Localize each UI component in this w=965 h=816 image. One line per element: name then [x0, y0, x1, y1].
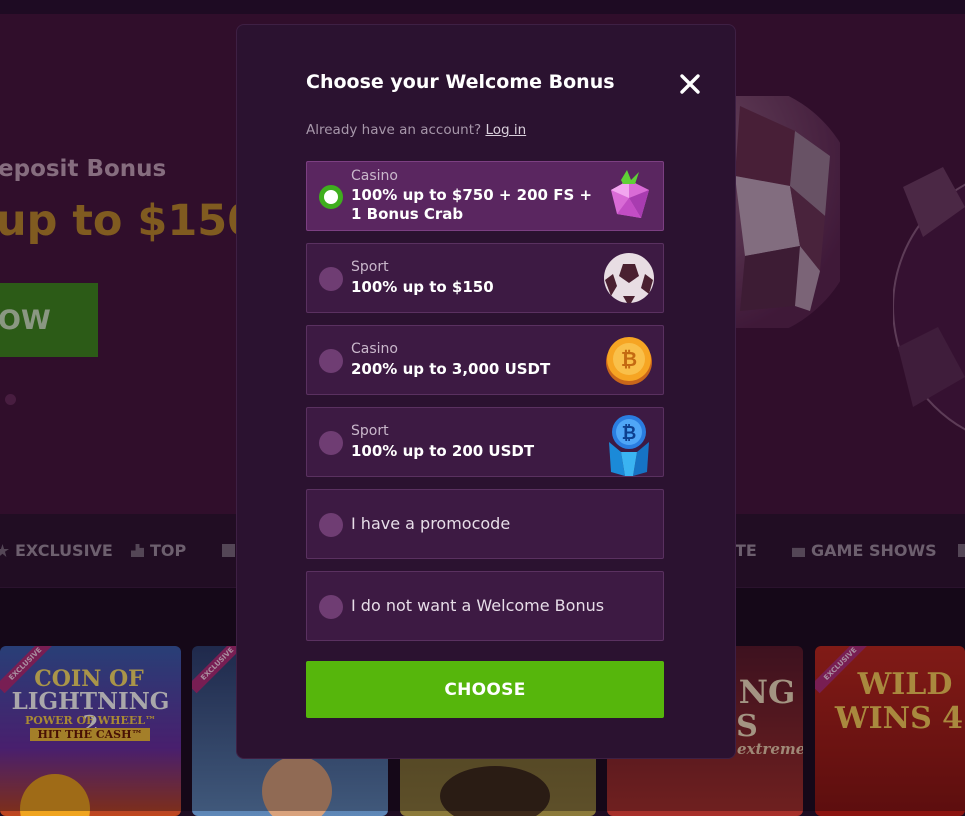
option-text: 200% up to 3,000 USDT [351, 360, 551, 378]
radio-button[interactable] [319, 431, 343, 455]
bitcoin-crystal-icon: ₿ [609, 415, 649, 476]
option-category: Sport [351, 423, 389, 439]
option-category: Casino [351, 168, 398, 184]
option-category: Sport [351, 259, 389, 275]
radio-button[interactable] [319, 349, 343, 373]
radio-button-selected[interactable] [319, 185, 343, 209]
option-text: 100% up to $150 [351, 278, 494, 296]
promocode-option[interactable]: I have a promocode [306, 489, 664, 559]
soccer-ball-icon [604, 253, 654, 303]
modal-title: Choose your Welcome Bonus [306, 71, 615, 93]
login-link[interactable]: Log in [485, 122, 526, 138]
bonus-option-casino-usdt[interactable]: Casino 200% up to 3,000 USDT ₿ [306, 325, 664, 395]
svg-text:₿: ₿ [621, 347, 637, 371]
bonus-option-casino-750[interactable]: Casino 100% up to $750 + 200 FS + 1 Bonu… [306, 161, 664, 231]
bonus-option-sport-usdt[interactable]: Sport 100% up to 200 USDT ₿ [306, 407, 664, 477]
radio-button[interactable] [319, 513, 343, 537]
option-text: 100% up to $750 + 200 FS + 1 Bonus Crab [351, 186, 593, 223]
login-prompt: Already have an account? Log in [306, 122, 527, 138]
svg-text:₿: ₿ [622, 423, 637, 444]
choose-button[interactable]: CHOOSE [306, 661, 664, 718]
bitcoin-coin-icon: ₿ [606, 337, 652, 385]
option-label: I have a promocode [351, 514, 511, 533]
gem-icon [611, 170, 649, 218]
radio-button[interactable] [319, 267, 343, 291]
option-label: I do not want a Welcome Bonus [351, 596, 605, 615]
no-bonus-option[interactable]: I do not want a Welcome Bonus [306, 571, 664, 641]
close-icon[interactable] [677, 71, 703, 97]
option-category: Casino [351, 341, 398, 357]
option-text: 100% up to 200 USDT [351, 442, 535, 460]
bonus-option-sport-150[interactable]: Sport 100% up to $150 [306, 243, 664, 313]
radio-button[interactable] [319, 595, 343, 619]
welcome-bonus-modal: Choose your Welcome Bonus Already have a… [236, 24, 736, 759]
